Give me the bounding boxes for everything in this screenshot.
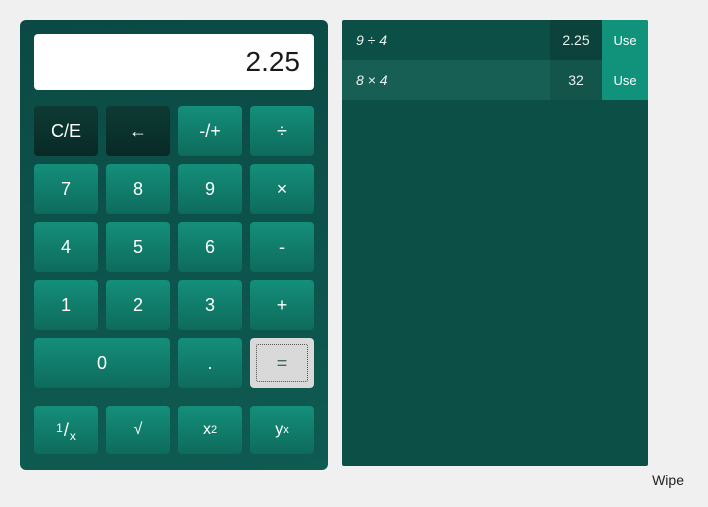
history-wrap: 9 ÷ 4 2.25 Use 8 × 4 32 Use Wipe (342, 20, 688, 488)
digit-0-button[interactable]: 0 (34, 338, 170, 388)
history-expression: 9 ÷ 4 (342, 20, 550, 60)
reciprocal-slash: / (64, 420, 69, 441)
reciprocal-denominator: x (70, 429, 76, 443)
digit-5-button[interactable]: 5 (106, 222, 170, 272)
history-row: 9 ÷ 4 2.25 Use (342, 20, 648, 60)
square-button[interactable]: x2 (178, 406, 242, 454)
wipe-button[interactable]: Wipe (652, 472, 684, 488)
reciprocal-button[interactable]: 1 / x (34, 406, 98, 454)
digit-8-button[interactable]: 8 (106, 164, 170, 214)
backspace-button[interactable]: ← (106, 106, 170, 156)
calculator-keypad: C/E ← -/+ ÷ 7 8 9 × 4 5 6 - 1 2 3 + 0 . … (34, 106, 314, 388)
digit-7-button[interactable]: 7 (34, 164, 98, 214)
digit-4-button[interactable]: 4 (34, 222, 98, 272)
decimal-button[interactable]: . (178, 338, 242, 388)
power-exp: x (283, 424, 289, 436)
history-use-button[interactable]: Use (602, 20, 648, 60)
plus-button[interactable]: + (250, 280, 314, 330)
digit-6-button[interactable]: 6 (178, 222, 242, 272)
multiply-button[interactable]: × (250, 164, 314, 214)
power-button[interactable]: yx (250, 406, 314, 454)
calculator-display: 2.25 (34, 34, 314, 90)
negate-button[interactable]: -/+ (178, 106, 242, 156)
history-result: 2.25 (550, 20, 602, 60)
history-row: 8 × 4 32 Use (342, 60, 648, 100)
digit-1-button[interactable]: 1 (34, 280, 98, 330)
reciprocal-numerator: 1 (56, 421, 63, 435)
digit-3-button[interactable]: 3 (178, 280, 242, 330)
equals-button[interactable]: = (250, 338, 314, 388)
history-use-button[interactable]: Use (602, 60, 648, 100)
history-result: 32 (550, 60, 602, 100)
history-expression: 8 × 4 (342, 60, 550, 100)
minus-button[interactable]: - (250, 222, 314, 272)
calculator-panel: 2.25 C/E ← -/+ ÷ 7 8 9 × 4 5 6 - 1 2 3 +… (20, 20, 328, 470)
digit-2-button[interactable]: 2 (106, 280, 170, 330)
square-exp: 2 (211, 424, 217, 436)
history-panel: 9 ÷ 4 2.25 Use 8 × 4 32 Use (342, 20, 648, 466)
clear-button[interactable]: C/E (34, 106, 98, 156)
divide-button[interactable]: ÷ (250, 106, 314, 156)
power-base: y (275, 421, 283, 439)
square-base: x (203, 421, 211, 439)
sqrt-button[interactable]: √ (106, 406, 170, 454)
scientific-row: 1 / x √ x2 yx (34, 406, 314, 454)
digit-9-button[interactable]: 9 (178, 164, 242, 214)
display-value: 2.25 (246, 46, 301, 78)
